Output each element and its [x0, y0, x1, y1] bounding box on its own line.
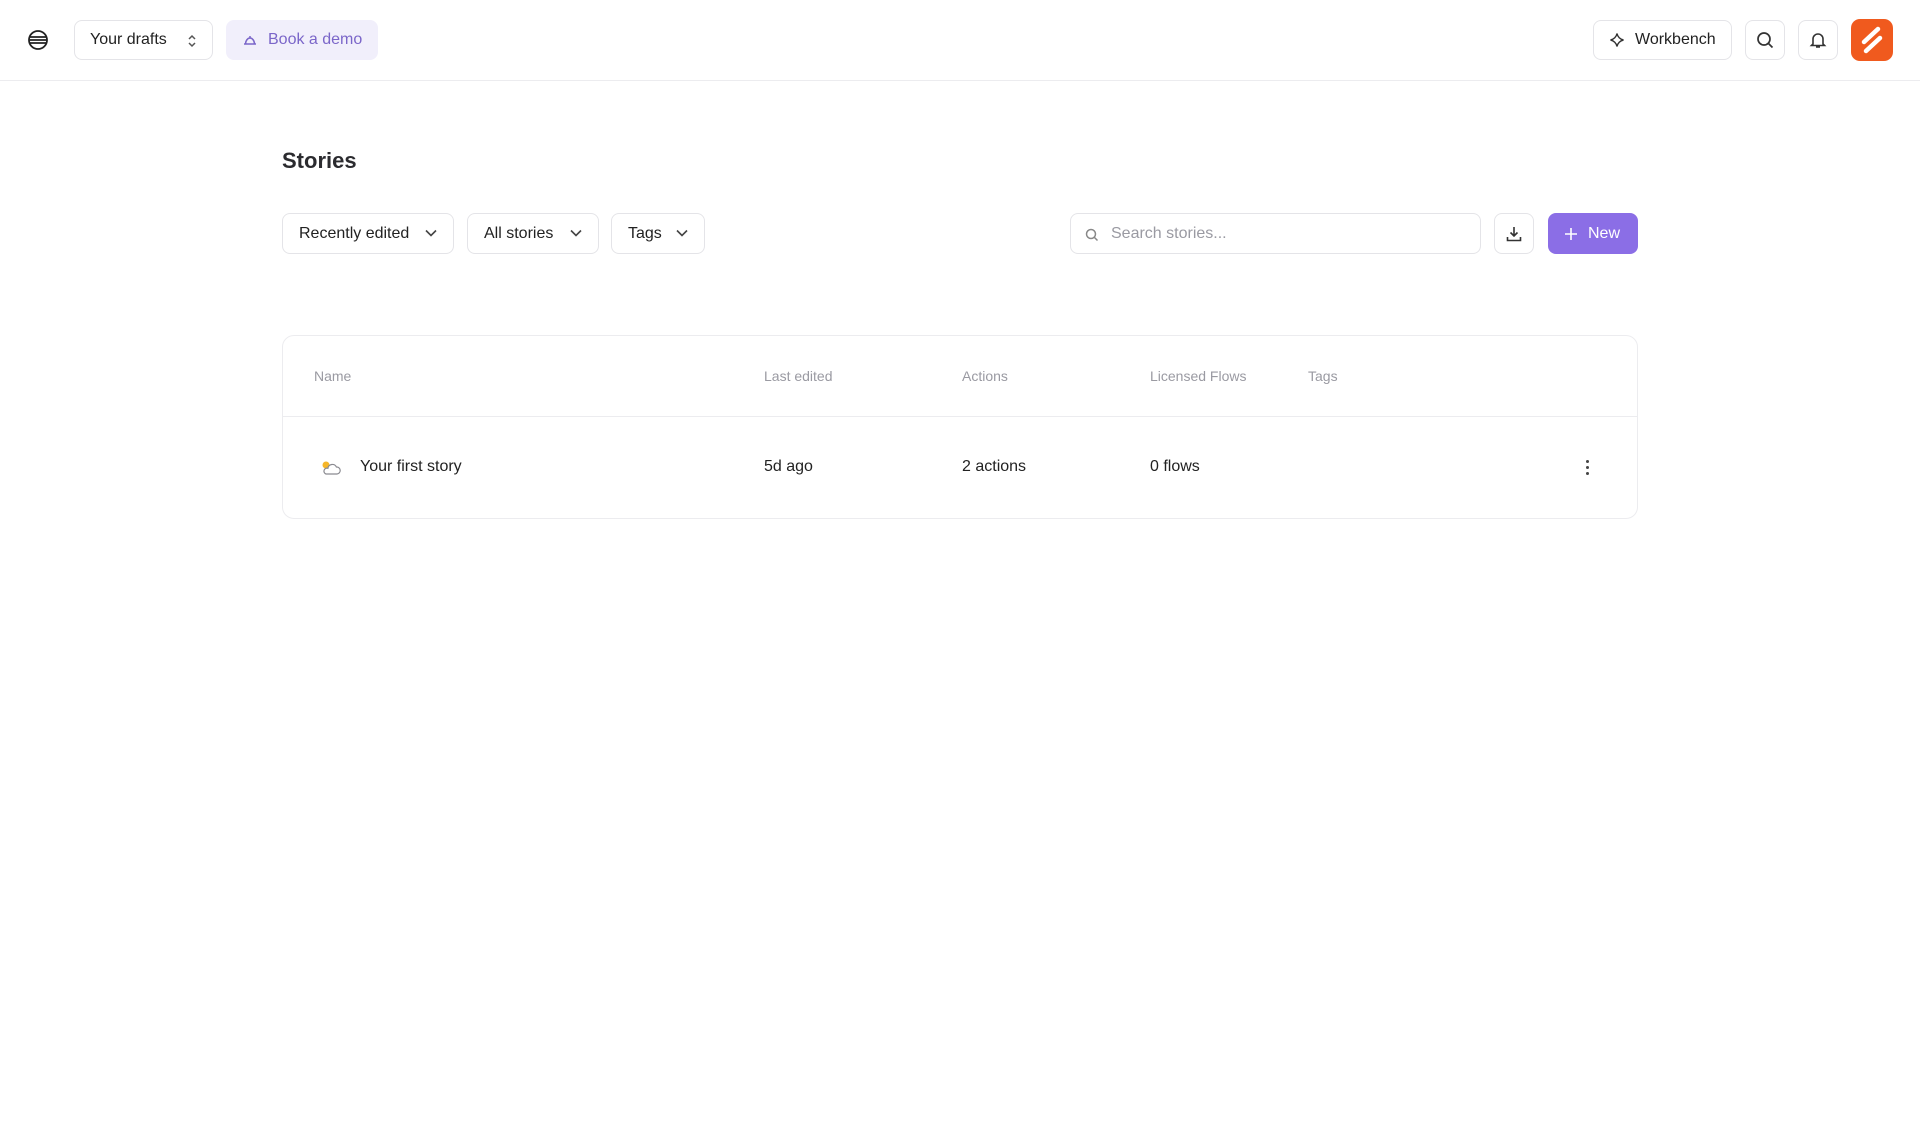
notifications-button[interactable] — [1798, 20, 1838, 60]
column-header-last-edited[interactable]: Last edited — [764, 368, 833, 384]
scope-label: All stories — [484, 224, 554, 242]
chevron-up-down-icon — [188, 34, 196, 48]
table-header: Name Last edited Actions Licensed Flows … — [283, 336, 1637, 417]
chevron-down-icon — [425, 229, 437, 237]
column-header-licensed-flows[interactable]: Licensed Flows — [1150, 368, 1247, 384]
search-icon — [1085, 228, 1099, 242]
sparkle-icon — [1610, 33, 1624, 47]
workspace-label: Your drafts — [90, 31, 167, 48]
download-icon — [1506, 226, 1522, 241]
workbench-button[interactable]: Workbench — [1593, 20, 1732, 60]
scope-dropdown[interactable]: All stories — [467, 213, 599, 254]
app-logo-icon[interactable] — [22, 26, 54, 54]
plus-icon — [1565, 227, 1577, 240]
sort-dropdown[interactable]: Recently edited — [282, 213, 454, 254]
workbench-label: Workbench — [1635, 31, 1716, 48]
sort-label: Recently edited — [299, 224, 410, 242]
import-button[interactable] — [1494, 213, 1534, 254]
story-name-link[interactable]: Your first story — [360, 458, 462, 476]
search-input[interactable] — [1111, 214, 1471, 253]
new-label: New — [1588, 224, 1621, 242]
column-header-actions[interactable]: Actions — [962, 368, 1008, 384]
table-row[interactable]: Your first story 5d ago 2 actions 0 flow… — [283, 418, 1637, 519]
user-avatar[interactable] — [1851, 19, 1893, 61]
story-search — [1070, 213, 1481, 254]
top-bar: Your drafts Book a demo Workbench — [0, 0, 1920, 81]
bell-icon — [1809, 33, 1827, 48]
stories-table: Name Last edited Actions Licensed Flows … — [282, 335, 1638, 519]
page-title: Stories — [282, 148, 357, 173]
book-demo-button[interactable]: Book a demo — [226, 20, 378, 60]
column-header-name[interactable]: Name — [314, 368, 351, 384]
search-icon — [1757, 32, 1774, 49]
book-demo-label: Book a demo — [268, 31, 363, 48]
story-flows-count: 0 flows — [1150, 458, 1200, 475]
weather-cloud-icon — [320, 460, 342, 481]
row-more-options-icon[interactable] — [1581, 456, 1593, 478]
chevron-down-icon — [676, 229, 688, 237]
global-search-button[interactable] — [1745, 20, 1785, 60]
new-story-button[interactable]: New — [1548, 213, 1638, 254]
tags-filter-label: Tags — [628, 224, 662, 242]
workspace-selector[interactable]: Your drafts — [74, 20, 213, 60]
brand-logo-icon — [1861, 26, 1883, 54]
bell-hat-icon — [244, 36, 256, 45]
tags-dropdown[interactable]: Tags — [611, 213, 705, 254]
story-actions-count: 2 actions — [962, 458, 1027, 475]
story-last-edited: 5d ago — [764, 458, 813, 475]
column-header-tags[interactable]: Tags — [1308, 368, 1338, 384]
chevron-down-icon — [570, 229, 582, 237]
